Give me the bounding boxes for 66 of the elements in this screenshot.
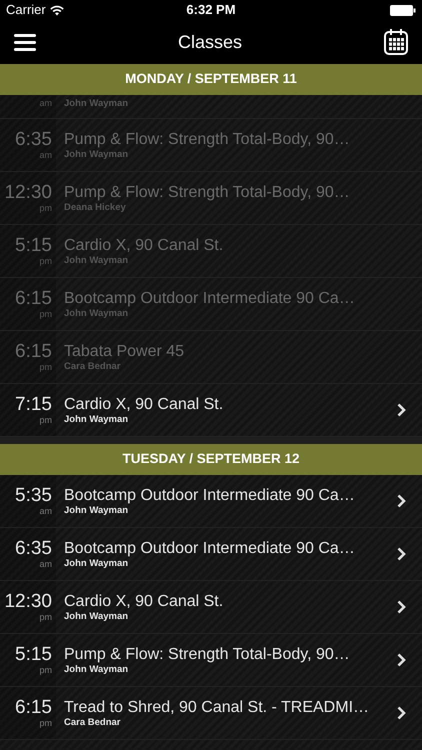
time-period: pm <box>39 612 52 622</box>
class-time: 6:15 <box>15 698 52 718</box>
class-title: Bootcamp Outdoor Intermediate 90 Ca… <box>64 290 356 308</box>
chevron-icon <box>397 706 406 720</box>
class-time: 6:15 <box>15 289 52 309</box>
time-period: am <box>39 98 52 108</box>
class-time: 6:15 <box>15 342 52 362</box>
class-title: Tabata Power 45 <box>64 342 186 360</box>
chevron-icon <box>397 547 406 561</box>
class-row[interactable]: 5:15 pm Pump & Flow: Strength Total-Body, 90… John Wayman <box>0 634 422 687</box>
chevron-icon <box>397 494 406 508</box>
instructor-name: John Wayman <box>64 610 130 622</box>
class-title: Cardio X, 90 Canal St. <box>64 396 224 414</box>
status-time: 6:32 PM <box>186 2 236 18</box>
time-period: am <box>39 150 52 160</box>
chevron-icon <box>397 653 406 667</box>
class-time: 12:30 <box>4 183 52 203</box>
time-period: pm <box>39 203 52 213</box>
class-title: Cardio X, 90 Canal St. <box>64 592 224 610</box>
time-period: pm <box>39 415 52 425</box>
class-time: 5:35 <box>15 486 52 506</box>
class-time: 12:30 <box>4 592 52 612</box>
instructor-name: John Wayman <box>64 558 130 568</box>
class-time: 5:15 <box>15 645 52 665</box>
carrier-label: Carrier <box>6 1 46 20</box>
class-title: Bootcamp Outdoor Intermediate 90 Ca… <box>64 540 356 558</box>
class-time: 6:35 <box>15 130 52 150</box>
instructor-name: Cara Bednar <box>64 716 122 728</box>
instructor-name: John Wayman <box>64 308 130 318</box>
nav-title: Classes <box>178 30 242 54</box>
instructor-name: Cara Bednar <box>64 360 122 372</box>
instructor-name: John Wayman <box>64 148 130 160</box>
class-row[interactable]: 6:15 pm Tread to Shred, 90 Canal St. - TREADMI… Cara Bednar <box>0 687 422 740</box>
instructor-name: John Wayman <box>64 254 130 266</box>
class-title: Cardio X, 90 Canal St. <box>64 236 224 254</box>
class-row[interactable]: 6:35 am Bootcamp Outdoor Intermediate 90 Ca… John Wayman <box>0 528 422 581</box>
day-header: TUESDAY / SEPTEMBER 12 <box>0 444 422 475</box>
instructor-name: John Wayman <box>64 504 130 516</box>
class-time: 6:35 <box>15 539 52 559</box>
instructor-name: John Wayman <box>64 664 130 674</box>
instructor-name: John Wayman <box>64 414 130 424</box>
instructor-name: Deana Hickey <box>64 202 127 212</box>
time-period: am <box>39 506 52 516</box>
time-period: pm <box>39 718 52 728</box>
class-row[interactable]: 12:30 pm Cardio X, 90 Canal St. John Wayman <box>0 581 422 634</box>
class-time: 5:15 <box>15 236 52 256</box>
time-period: am <box>39 559 52 569</box>
wifi-icon <box>50 4 64 16</box>
battery-icon <box>390 4 416 16</box>
class-row[interactable]: 5:35 am Bootcamp Outdoor Intermediate 90 Ca… John Wayman <box>0 475 422 528</box>
chevron-icon <box>397 403 406 417</box>
time-period: pm <box>39 665 52 675</box>
class-time: 7:15 <box>15 395 52 415</box>
class-title: Pump & Flow: Strength Total-Body, 90… <box>64 184 351 202</box>
instructor-name: John Wayman <box>64 98 130 108</box>
day-header: MONDAY / SEPTEMBER 11 <box>0 64 422 95</box>
calendar-icon[interactable] <box>384 29 408 55</box>
time-period: pm <box>39 362 52 372</box>
time-period: pm <box>39 256 52 266</box>
class-title: Bootcamp Outdoor Intermediate 90 Ca… <box>64 486 356 504</box>
time-period: pm <box>39 309 52 319</box>
class-title: Tread to Shred, 90 Canal St. - TREADMI… <box>64 698 370 716</box>
menu-icon[interactable] <box>14 34 36 50</box>
class-title: Pump & Flow: Strength Total-Body, 90… <box>64 646 351 664</box>
class-title: Pump & Flow: Strength Total-Body, 90… <box>64 130 351 148</box>
chevron-icon <box>397 600 406 614</box>
